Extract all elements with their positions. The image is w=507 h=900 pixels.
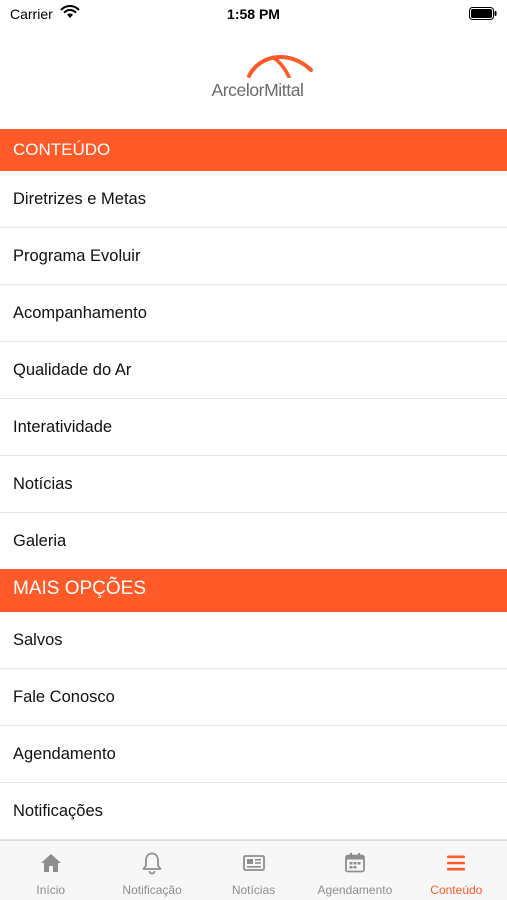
section-header-content: CONTEÚDO: [0, 129, 507, 171]
menu-item-acompanhamento[interactable]: Acompanhamento: [0, 285, 507, 342]
status-bar: Carrier 1:58 PM: [0, 0, 507, 30]
menu-item-interatividade[interactable]: Interatividade: [0, 399, 507, 456]
section-header-more-options: MAIS OPÇÕES: [0, 569, 507, 612]
tab-bar: Início Notificação Notícias Agendamento …: [0, 840, 507, 900]
battery-icon: [469, 7, 497, 20]
home-icon: [40, 854, 61, 872]
logo-arc-icon: [247, 55, 313, 78]
bell-icon: [142, 852, 162, 875]
menu-item-noticias[interactable]: Notícias: [0, 456, 507, 513]
menu-icon: [447, 855, 466, 871]
newspaper-icon: [242, 855, 265, 871]
tab-conteudo[interactable]: Conteúdo: [406, 841, 507, 900]
menu-item-notificacoes[interactable]: Notificações: [0, 783, 507, 840]
logo-text: ArcelorMittal: [211, 80, 304, 100]
arcelormittal-logo: ArcelorMittal: [0, 44, 507, 106]
menu-item-galeria[interactable]: Galeria: [0, 513, 507, 570]
tab-label-noticias: Notícias: [231, 883, 276, 897]
tab-label-agendamento: Agendamento: [317, 883, 393, 897]
menu-item-fale-conosco[interactable]: Fale Conosco: [0, 669, 507, 726]
tab-notificacao[interactable]: Notificação: [101, 841, 202, 900]
tab-noticias[interactable]: Notícias: [203, 841, 304, 900]
tab-agendamento[interactable]: Agendamento: [304, 841, 405, 900]
menu-item-qualidade-do-ar[interactable]: Qualidade do Ar: [0, 342, 507, 399]
menu-item-salvos[interactable]: Salvos: [0, 612, 507, 669]
tab-label-notificacao: Notificação: [122, 883, 182, 897]
tab-label-conteudo: Conteúdo: [430, 883, 483, 897]
tab-inicio[interactable]: Início: [0, 841, 101, 900]
menu-item-programa-evoluir[interactable]: Programa Evoluir: [0, 228, 507, 285]
menu-item-agendamento[interactable]: Agendamento: [0, 726, 507, 783]
calendar-icon: [345, 853, 365, 873]
status-time: 1:58 PM: [227, 6, 280, 22]
menu-item-diretrizes-e-metas[interactable]: Diretrizes e Metas: [0, 171, 507, 228]
tab-label-inicio: Início: [36, 883, 66, 897]
